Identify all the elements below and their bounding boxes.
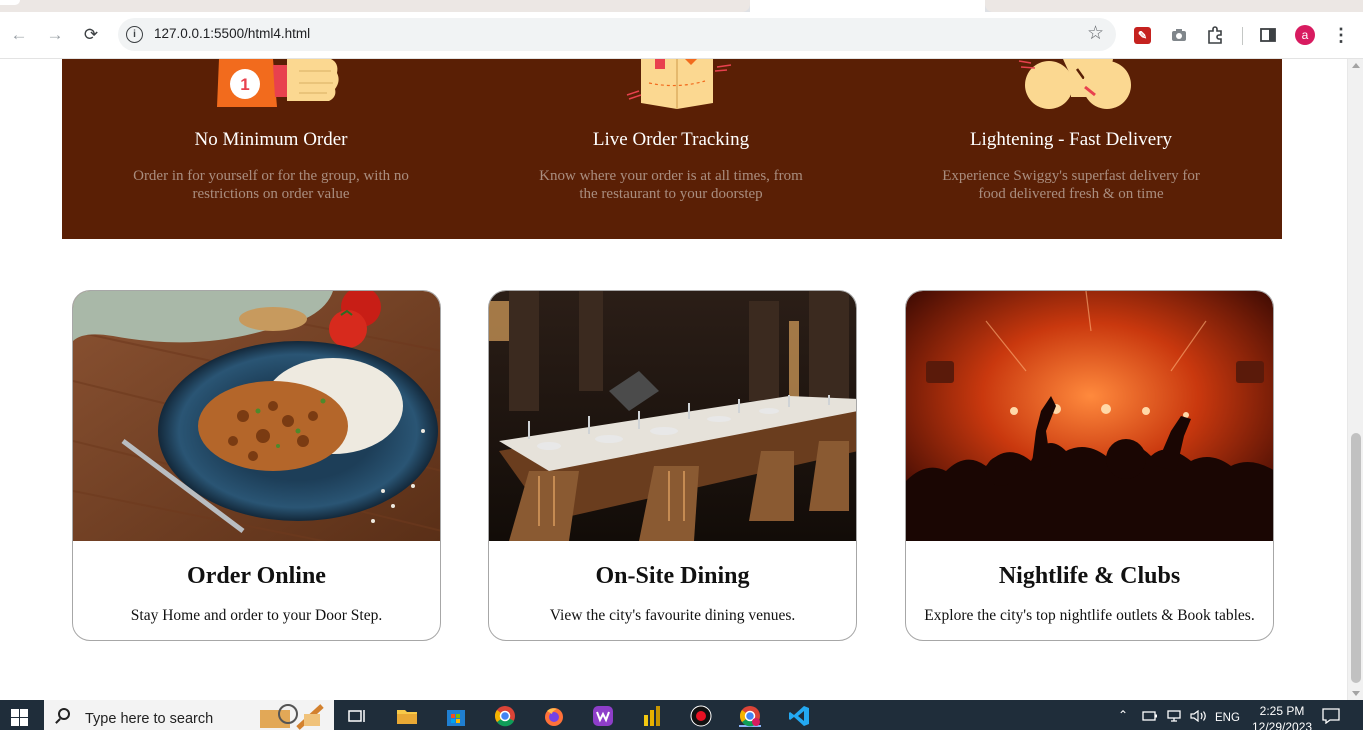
bookmark-star-icon[interactable]: ☆ <box>1087 22 1104 45</box>
card-nightlife-clubs[interactable]: Nightlife & Clubs Explore the city's top… <box>905 290 1274 641</box>
scroll-down-arrow-icon[interactable] <box>1352 691 1360 696</box>
url-text[interactable]: 127.0.0.1:5500/html4.html <box>154 26 310 41</box>
site-info-icon[interactable]: i <box>126 26 143 43</box>
wps-office-icon[interactable] <box>592 705 614 727</box>
feature-fast-delivery: Lightening - Fast Delivery Experience Sw… <box>911 59 1231 203</box>
feature-desc: Order in for yourself or for the group, … <box>133 168 409 202</box>
feature-title: Live Order Tracking <box>592 129 750 150</box>
firefox-icon[interactable] <box>543 705 565 727</box>
taskbar-search-box[interactable]: Type here to search <box>44 700 334 730</box>
feature-desc: Know where your order is at all times, f… <box>539 168 803 202</box>
windows-taskbar: Type here to search ⌃ ENG 2:25 PM 12/29/… <box>0 700 1363 730</box>
scroll-up-arrow-icon[interactable] <box>1352 63 1360 68</box>
spreadsheet-app-icon[interactable] <box>641 705 663 727</box>
feature-no-minimum-order: 1 No Minimum Order Order in for yourself… <box>111 59 431 203</box>
tab-strip <box>0 0 1363 12</box>
scrollbar-thumb[interactable] <box>1351 433 1361 683</box>
restaurant-interior-image <box>489 291 856 541</box>
card-desc: View the city's favourite dining venues. <box>549 607 796 624</box>
notifications-icon[interactable] <box>1322 708 1340 727</box>
card-title: Nightlife & Clubs <box>998 563 1181 589</box>
chrome-icon[interactable] <box>494 705 516 727</box>
page-scrollbar[interactable] <box>1347 59 1363 700</box>
card-desc: Stay Home and order to your Door Step. <box>130 607 383 624</box>
feature-desc: Experience Swiggy's superfast delivery f… <box>942 168 1200 202</box>
search-placeholder: Type here to search <box>85 711 214 727</box>
menu-kebab-icon[interactable]: ⋮ <box>1331 25 1351 45</box>
card-desc: Explore the city's top nightlife outlets… <box>924 607 1255 624</box>
food-plate-image <box>73 291 440 541</box>
nightclub-crowd-image <box>906 291 1273 541</box>
microsoft-store-icon[interactable] <box>445 705 467 727</box>
inactive-tab[interactable] <box>985 0 1363 12</box>
browser-toolbar: ← → ⟳ i 127.0.0.1:5500/html4.html ☆ ✎ a … <box>0 12 1363 59</box>
side-panel-icon[interactable] <box>1258 25 1278 45</box>
camera-icon[interactable] <box>1169 25 1189 45</box>
extensions-puzzle-icon[interactable] <box>1205 25 1225 45</box>
chrome-profile-icon[interactable] <box>739 705 761 727</box>
battery-icon[interactable] <box>1142 710 1158 725</box>
language-indicator[interactable]: ENG <box>1215 712 1240 724</box>
windows-start-icon[interactable] <box>11 709 29 727</box>
toolbar-divider <box>1242 27 1243 45</box>
features-band: 1 No Minimum Order Order in for yourself… <box>62 59 1282 239</box>
file-explorer-icon[interactable] <box>396 705 418 727</box>
task-view-icon[interactable] <box>346 705 368 727</box>
vscode-icon[interactable] <box>788 705 810 727</box>
tray-overflow-chevron-icon[interactable]: ⌃ <box>1118 708 1128 722</box>
inactive-tab[interactable] <box>0 0 750 12</box>
clock[interactable]: 2:25 PM 12/29/2023 <box>1252 703 1312 730</box>
active-tab[interactable] <box>750 0 985 12</box>
feature-live-order-tracking: Live Order Tracking Know where your orde… <box>511 59 831 203</box>
clock-date: 12/29/2023 <box>1252 720 1313 730</box>
card-title: Order Online <box>187 563 326 589</box>
reload-icon[interactable]: ⟳ <box>80 24 102 46</box>
order-box-illustration: 1 <box>191 59 351 121</box>
forward-icon[interactable]: → <box>44 24 66 46</box>
clock-time: 2:25 PM <box>1259 704 1305 718</box>
address-bar[interactable]: i 127.0.0.1:5500/html4.html ☆ <box>118 18 1116 51</box>
avatar[interactable]: a <box>1295 25 1315 45</box>
pdf-extension-icon[interactable]: ✎ <box>1134 27 1151 44</box>
network-icon[interactable] <box>1166 710 1182 725</box>
screen-recorder-icon[interactable] <box>690 705 712 727</box>
card-order-online[interactable]: Order Online Stay Home and order to your… <box>72 290 441 641</box>
feature-badge: 1 <box>240 75 249 94</box>
feature-title: Lightening - Fast Delivery <box>969 129 1173 150</box>
feature-title: No Minimum Order <box>194 129 348 150</box>
card-on-site-dining[interactable]: On-Site Dining View the city's favourite… <box>488 290 857 641</box>
search-highlight-illustration <box>260 704 324 730</box>
search-icon <box>58 708 70 720</box>
back-icon[interactable]: ← <box>8 24 30 46</box>
volume-icon[interactable] <box>1190 709 1208 725</box>
page-viewport: 1 No Minimum Order Order in for yourself… <box>0 59 1347 700</box>
tracking-box-illustration <box>591 59 751 121</box>
delivery-scooter-illustration <box>991 59 1151 121</box>
card-title: On-Site Dining <box>595 563 750 589</box>
